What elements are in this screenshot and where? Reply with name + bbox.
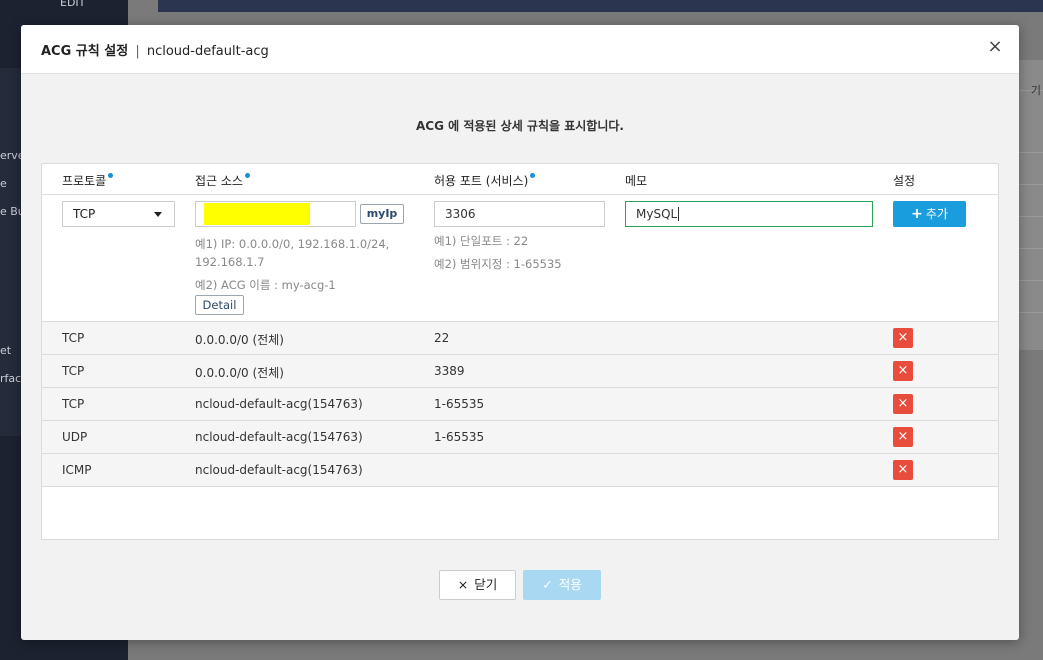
header-memo: 메모	[625, 174, 648, 188]
required-dot-icon	[108, 173, 114, 178]
row-port: 1-65535	[434, 430, 485, 444]
row-protocol: UDP	[62, 430, 88, 444]
row-source: 0.0.0.0/0 (전체)	[195, 333, 284, 347]
table-row: ICMP ncloud-default-acg(154763) ×	[42, 454, 998, 487]
add-rule-button[interactable]: + 추가	[893, 201, 966, 227]
row-protocol: ICMP	[62, 463, 92, 477]
modal-subtitle: ncloud-default-acg	[146, 44, 269, 59]
modal-header: ACG 규칙 설정 | ncloud-default-acg ×	[21, 25, 1019, 74]
background-sidebar-text: EDIT	[60, 0, 86, 9]
header-port-label: 허용 포트 (서비스)	[434, 174, 529, 188]
rules-table: 프로토콜 접근 소스 허용 포트 (서비스) 메모 설정 TCP myIp 예1…	[41, 163, 999, 540]
background-right-text: 기	[1030, 84, 1041, 97]
redacted-highlight	[204, 203, 310, 225]
memo-input-value: MySQL	[636, 207, 678, 221]
text-cursor	[678, 207, 680, 221]
title-separator: |	[135, 44, 140, 59]
table-row: UDP ncloud-default-acg(154763) 1-65535 ×	[42, 421, 998, 454]
table-header: 프로토콜 접근 소스 허용 포트 (서비스) 메모 설정	[42, 164, 998, 195]
header-source: 접근 소스	[195, 172, 250, 189]
memo-input[interactable]: MySQL	[625, 201, 873, 227]
modal-title: ACG 규칙 설정 | ncloud-default-acg	[41, 40, 269, 59]
row-source: ncloud-default-acg(154763)	[195, 463, 363, 477]
header-protocol: 프로토콜	[62, 172, 114, 189]
port-hint-2: 예2) 범위지정 : 1-65535	[434, 257, 562, 271]
background-sidebar-text: et	[0, 344, 12, 357]
check-icon: ✓	[542, 577, 553, 592]
header-protocol-label: 프로토콜	[62, 174, 107, 188]
delete-rule-button[interactable]: ×	[893, 394, 913, 414]
required-dot-icon	[244, 173, 250, 178]
protocol-select[interactable]: TCP	[62, 201, 175, 227]
close-button-label: 닫기	[474, 577, 498, 592]
row-source: 0.0.0.0/0 (전체)	[195, 366, 284, 380]
header-source-label: 접근 소스	[195, 174, 243, 188]
delete-rule-button[interactable]: ×	[893, 361, 913, 381]
delete-rule-button[interactable]: ×	[893, 328, 913, 348]
source-hint-2: 예2) ACG 이름 : my-acg-1	[195, 278, 336, 292]
table-row: TCP ncloud-default-acg(154763) 1-65535 ×	[42, 388, 998, 421]
port-hint-1: 예1) 단일포트 : 22	[434, 234, 529, 248]
row-protocol: TCP	[62, 364, 85, 378]
source-hint-line: 192.168.1.7	[195, 255, 265, 269]
add-rule-label: 추가	[925, 207, 948, 221]
background-sidebar-text: e	[0, 177, 7, 190]
apply-button-label: 적용	[558, 577, 582, 592]
port-input[interactable]: 3306	[434, 201, 605, 227]
close-icon: ×	[457, 577, 469, 592]
row-source: ncloud-default-acg(154763)	[195, 397, 363, 411]
modal-description: ACG 에 적용된 상세 규칙을 표시합니다.	[416, 119, 624, 133]
row-port: 3389	[434, 364, 465, 378]
close-icon[interactable]: ×	[987, 38, 1003, 56]
modal-title-text: ACG 규칙 설정	[41, 44, 129, 59]
source-input[interactable]	[195, 201, 356, 227]
chevron-down-icon	[154, 212, 162, 217]
myip-button[interactable]: myIp	[360, 204, 404, 224]
row-source: ncloud-default-acg(154763)	[195, 430, 363, 444]
close-button[interactable]: × 닫기	[439, 570, 516, 600]
table-row: TCP 0.0.0.0/0 (전체) 22 ×	[42, 322, 998, 355]
table-row: TCP 0.0.0.0/0 (전체) 3389 ×	[42, 355, 998, 388]
detail-button[interactable]: Detail	[195, 295, 244, 315]
apply-button[interactable]: ✓ 적용	[523, 570, 601, 600]
header-port: 허용 포트 (서비스)	[434, 172, 536, 189]
row-port: 1-65535	[434, 397, 485, 411]
row-protocol: TCP	[62, 331, 85, 345]
row-port: 22	[434, 331, 450, 345]
source-hint-line: 예1) IP: 0.0.0.0/0, 192.168.1.0/24,	[195, 237, 390, 251]
new-rule-row: TCP myIp 예1) IP: 0.0.0.0/0, 192.168.1.0/…	[42, 195, 998, 322]
header-settings: 설정	[893, 174, 916, 188]
plus-icon: +	[911, 206, 923, 222]
port-input-value: 3306	[445, 207, 476, 221]
required-dot-icon	[530, 173, 536, 178]
source-hint-1: 예1) IP: 0.0.0.0/0, 192.168.1.0/24, 192.1…	[195, 235, 389, 271]
delete-rule-button[interactable]: ×	[893, 460, 913, 480]
acg-rules-modal: ACG 규칙 설정 | ncloud-default-acg × ACG 에 적…	[21, 25, 1019, 640]
protocol-select-value: TCP	[73, 207, 96, 221]
background-top-bar	[158, 0, 1043, 12]
row-protocol: TCP	[62, 397, 85, 411]
background-sidebar-text: rfac	[0, 372, 22, 385]
delete-rule-button[interactable]: ×	[893, 427, 913, 447]
